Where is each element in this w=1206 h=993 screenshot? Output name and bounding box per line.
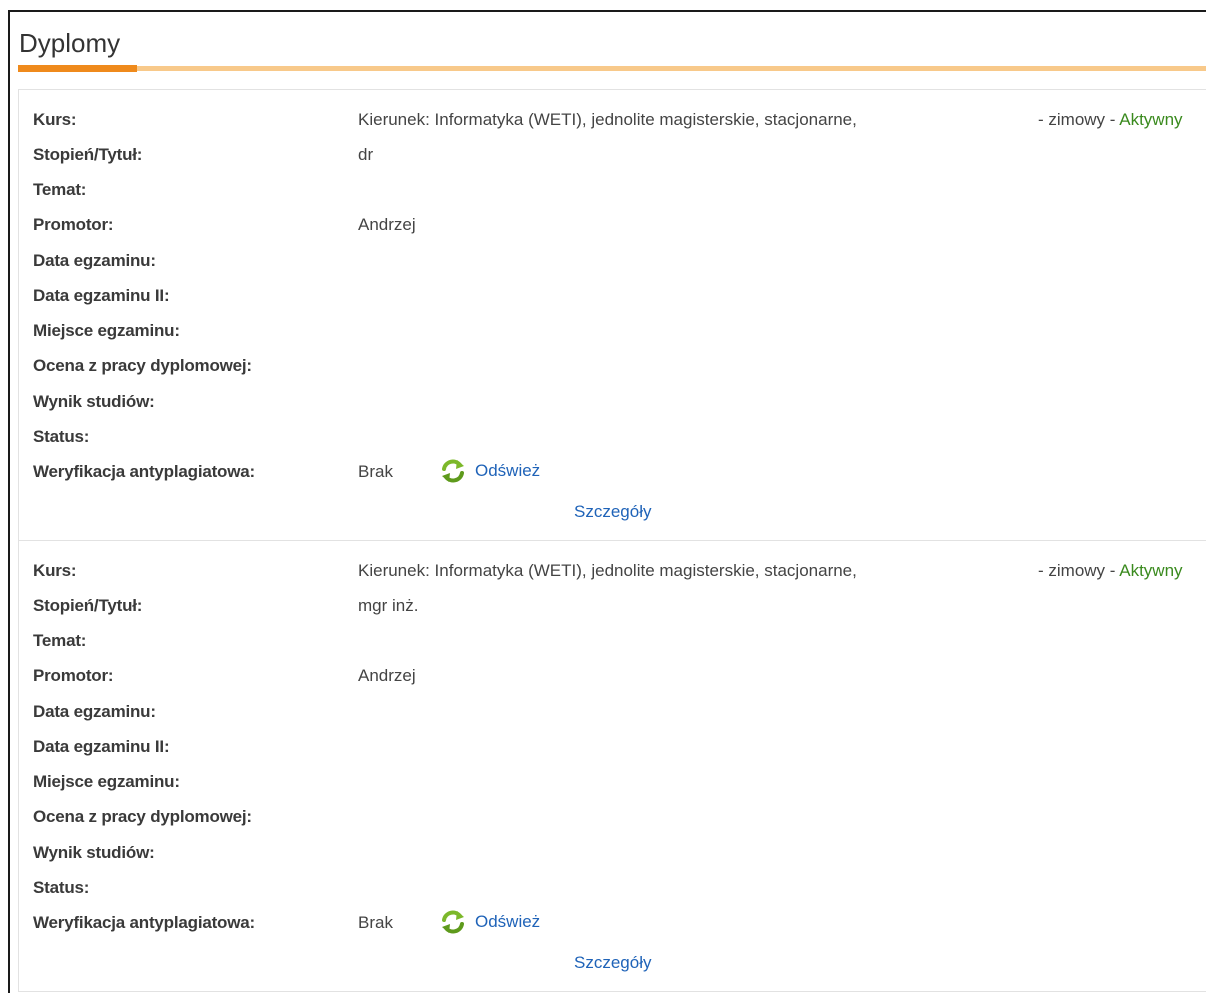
details-link[interactable]: Szczegóły [574,953,651,973]
label-wynik: Wynik studiów: [33,392,155,411]
row-weryfikacja: Weryfikacja antyplagiatowa: Brak Odśwież [19,454,1206,489]
row-data-egzaminu: Data egzaminu: [19,243,1206,278]
refresh-icon [442,910,464,934]
label-weryfikacja: Weryfikacja antyplagiatowa: [33,913,255,932]
row-ocena: Ocena z pracy dyplomowej: [19,799,1206,834]
row-kurs: Kurs: Kierunek: Informatyka (WETI), jedn… [19,553,1206,588]
label-data-egzaminu-2: Data egzaminu II: [33,737,170,756]
row-stopien: Stopień/Tytuł: dr [19,137,1206,172]
row-ocena: Ocena z pracy dyplomowej: [19,348,1206,383]
refresh-button[interactable]: Odśwież [440,458,540,484]
label-temat: Temat: [33,180,87,199]
row-data-egzaminu-2: Data egzaminu II: [19,278,1206,313]
refresh-icon [442,459,464,483]
row-kurs: Kurs: Kierunek: Informatyka (WETI), jedn… [19,102,1206,137]
diploma-card: Kurs: Kierunek: Informatyka (WETI), jedn… [18,89,1206,541]
label-kurs: Kurs: [33,561,77,580]
semester-status: - zimowy - Aktywny [1038,561,1183,581]
row-weryfikacja: Weryfikacja antyplagiatowa: Brak Odśwież [19,905,1206,940]
diploma-card: Kurs: Kierunek: Informatyka (WETI), jedn… [18,540,1206,992]
row-miejsce-egzaminu: Miejsce egzaminu: [19,313,1206,348]
title-underline-accent [18,65,137,72]
refresh-label: Odśwież [475,912,541,931]
row-data-egzaminu: Data egzaminu: [19,694,1206,729]
row-promotor: Promotor: Andrzej [19,658,1206,693]
row-miejsce-egzaminu: Miejsce egzaminu: [19,764,1206,799]
value-stopien: mgr inż. [358,596,419,615]
label-data-egzaminu: Data egzaminu: [33,702,156,721]
label-kurs: Kurs: [33,110,77,129]
semester-text: - zimowy - [1038,110,1116,129]
value-weryfikacja: Brak [358,462,393,481]
row-status: Status: [19,419,1206,454]
page-title: Dyplomy [19,28,121,58]
label-promotor: Promotor: [33,666,114,685]
value-kurs: Kierunek: Informatyka (WETI), jednolite … [358,110,857,129]
label-temat: Temat: [33,631,87,650]
semester-text: - zimowy - [1038,561,1116,580]
row-wynik: Wynik studiów: [19,835,1206,870]
label-stopien: Stopień/Tytuł: [33,145,143,164]
label-wynik: Wynik studiów: [33,843,155,862]
row-temat: Temat: [19,623,1206,658]
label-ocena: Ocena z pracy dyplomowej: [33,356,252,375]
row-promotor: Promotor: Andrzej [19,207,1206,242]
label-miejsce-egzaminu: Miejsce egzaminu: [33,321,180,340]
label-miejsce-egzaminu: Miejsce egzaminu: [33,772,180,791]
row-temat: Temat: [19,172,1206,207]
value-kurs: Kierunek: Informatyka (WETI), jednolite … [358,561,857,580]
row-stopien: Stopień/Tytuł: mgr inż. [19,588,1206,623]
row-status: Status: [19,870,1206,905]
title-underline [18,66,1206,71]
label-data-egzaminu: Data egzaminu: [33,251,156,270]
row-data-egzaminu-2: Data egzaminu II: [19,729,1206,764]
label-status: Status: [33,878,90,897]
label-promotor: Promotor: [33,215,114,234]
semester-status: - zimowy - Aktywny [1038,110,1183,130]
details-link[interactable]: Szczegóły [574,502,651,522]
active-status: Aktywny [1119,561,1183,580]
value-promotor: Andrzej [358,215,416,234]
label-weryfikacja: Weryfikacja antyplagiatowa: [33,462,255,481]
label-status: Status: [33,427,90,446]
active-status: Aktywny [1119,110,1183,129]
refresh-label: Odśwież [475,461,541,480]
label-stopien: Stopień/Tytuł: [33,596,143,615]
value-promotor: Andrzej [358,666,416,685]
label-data-egzaminu-2: Data egzaminu II: [33,286,170,305]
row-wynik: Wynik studiów: [19,384,1206,419]
label-ocena: Ocena z pracy dyplomowej: [33,807,252,826]
value-stopien: dr [358,145,374,164]
refresh-button[interactable]: Odśwież [440,909,540,935]
value-weryfikacja: Brak [358,913,393,932]
